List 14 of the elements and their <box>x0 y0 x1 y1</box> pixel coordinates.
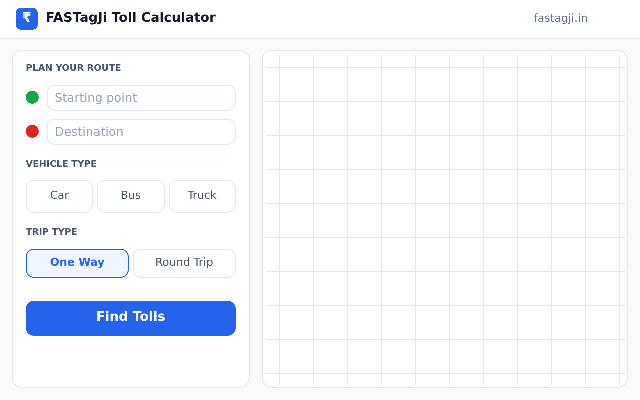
site-link[interactable]: fastagji.in <box>534 10 588 28</box>
input-field[interactable]: Starting point <box>47 84 236 110</box>
app-title: FASTagJi Toll Calculator <box>46 10 216 28</box>
vehicle-option[interactable]: Truck <box>168 180 236 213</box>
trip-option[interactable]: One Way <box>26 248 129 278</box>
input-field[interactable]: Destination <box>47 118 236 144</box>
section-heading: PLAN YOUR ROUTE <box>26 63 122 76</box>
logo-icon: ₹ <box>16 8 38 30</box>
vehicle-option[interactable]: Bus <box>97 180 165 213</box>
trip-option[interactable]: Round Trip <box>133 248 236 278</box>
vehicle-option[interactable]: Car <box>26 180 94 213</box>
section-heading: VEHICLE TYPE <box>26 158 98 172</box>
find-tolls-button[interactable]: Find Tolls <box>26 300 236 336</box>
section-heading: TRIP TYPE <box>26 227 79 240</box>
